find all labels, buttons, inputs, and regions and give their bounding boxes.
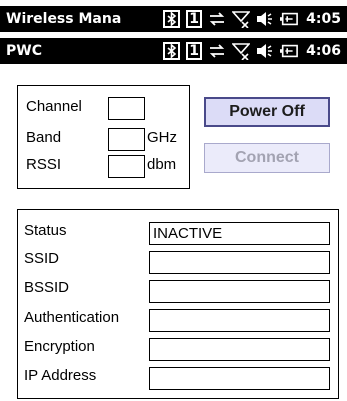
indicator-1-icon: 1 [186,10,203,28]
status-label: Status [24,222,67,239]
ssid-label: SSID [24,250,60,267]
authentication-field [149,309,330,332]
sync-arrows-icon[interactable] [208,42,226,60]
ip-address-label: IP Address [24,367,97,384]
signal-off-icon[interactable] [232,42,251,60]
bluetooth-icon[interactable] [163,42,181,60]
rssi-unit-label: dbm [147,156,177,173]
encryption-label: Encryption [24,338,95,355]
signal-off-icon[interactable] [232,10,251,28]
channel-label: Channel [26,98,82,115]
ip-address-field [149,367,330,390]
channel-field [108,97,145,120]
status-bar-1: Wireless Mana 1 4:05 [0,6,347,32]
connection-info-panel: Status INACTIVE SSID BSSID Authenticatio… [17,209,339,399]
power-off-button[interactable]: Power Off [204,97,330,127]
bssid-label: BSSID [24,279,70,296]
band-label: Band [26,129,62,146]
ssid-field [149,251,330,274]
window-title: PWC [6,43,42,59]
status-field: INACTIVE [149,222,330,245]
volume-mute-icon[interactable] [256,42,274,60]
radio-info-panel: Channel Band GHz RSSI dbm [17,85,190,189]
battery-charging-icon[interactable] [280,42,299,60]
indicator-1-icon: 1 [186,42,203,60]
connect-button[interactable]: Connect [204,143,330,173]
band-unit-label: GHz [147,129,177,146]
clock-time[interactable]: 4:05 [306,11,341,27]
window-title: Wireless Mana [6,11,122,27]
status-bar-2: PWC 1 4:06 [0,38,347,64]
band-field [108,128,145,151]
rssi-label: RSSI [26,156,62,173]
sync-arrows-icon[interactable] [208,10,226,28]
rssi-field [108,155,145,178]
bssid-field [149,280,330,303]
volume-mute-icon[interactable] [256,10,274,28]
battery-charging-icon[interactable] [280,10,299,28]
encryption-field [149,338,330,361]
clock-time[interactable]: 4:06 [306,43,341,59]
bluetooth-icon[interactable] [163,10,181,28]
authentication-label: Authentication [24,309,120,326]
